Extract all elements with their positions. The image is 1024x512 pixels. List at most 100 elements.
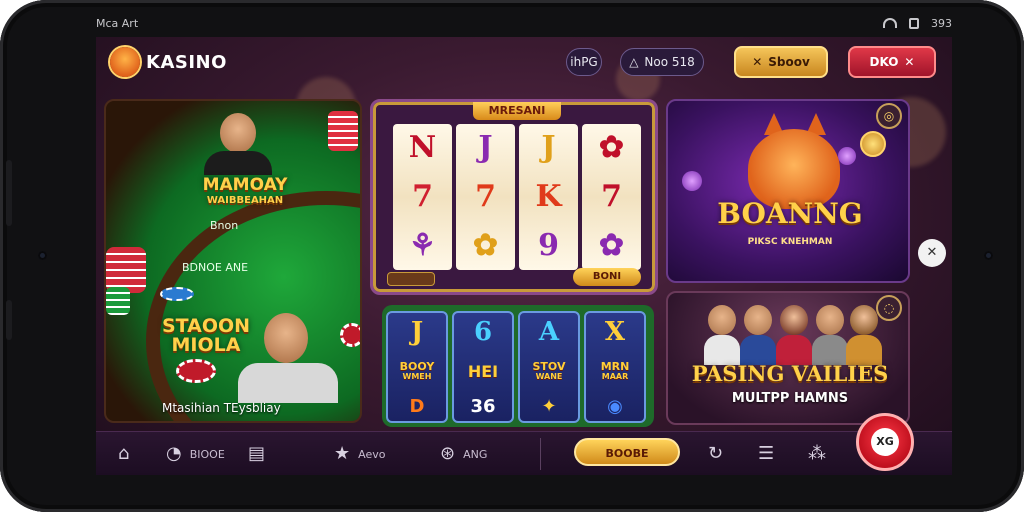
battery-icon — [909, 17, 919, 29]
slot-reel: ✿ 7 ✿ — [582, 124, 641, 270]
front-camera — [38, 251, 47, 260]
tile-label-line: WANE — [535, 372, 563, 382]
shop-button-label: Sboov — [768, 55, 810, 69]
reel-symbol: K — [535, 178, 562, 214]
slot-reel: J 7 ✿ — [456, 124, 515, 270]
next-arrow-icon[interactable]: ✕ — [918, 239, 946, 267]
poker-game-card[interactable]: MAMOAY WAIBBEAHAN Bnon BDNOE ANE STAOON … — [104, 99, 362, 423]
bottom-navigation: ⌂ ◔ BIOOE ▤ ★ Aevo ⊛ ANG BOOBE ↻ ☰ ⁂ — [96, 431, 952, 475]
player-portrait — [776, 305, 812, 365]
reel-symbol: J — [478, 130, 493, 166]
tile-label: MRN MAAR — [601, 360, 630, 382]
reel-symbol: ✿ — [598, 227, 625, 263]
status-left-text: Mca Art — [96, 16, 139, 30]
balance-pill[interactable]: ihPG — [566, 48, 602, 76]
volume-button — [6, 160, 12, 226]
fab-label: XG — [871, 428, 899, 456]
purple-orb — [838, 147, 856, 165]
fox-mascot-icon — [110, 47, 140, 77]
reel-symbol: ✿ — [598, 130, 625, 166]
fox-subtitle: PIKSC KNEHMAN — [747, 237, 833, 247]
nav-document[interactable]: ▤ — [248, 440, 265, 468]
table-text-2: BDNOE ANE — [182, 261, 249, 274]
bet-bar[interactable] — [387, 272, 435, 286]
chip-stack — [340, 323, 360, 347]
status-bar: Mca Art 393 — [96, 12, 952, 34]
status-clock: 393 — [931, 16, 952, 30]
tile-symbol-bottom: 36 — [470, 396, 496, 417]
deposit-button[interactable]: DKO ✕ — [848, 46, 936, 78]
nav-chat[interactable]: ◔ BIOOE — [166, 440, 225, 468]
chip-stack — [328, 111, 358, 151]
player-portrait — [740, 305, 776, 365]
nav-refresh[interactable]: ↻ — [708, 440, 723, 468]
reel-symbol: ⚘ — [409, 227, 436, 263]
nav-favorites[interactable]: ★ Aevo — [334, 440, 385, 468]
power-button — [6, 300, 12, 340]
table-text-1: Bnon — [210, 219, 239, 232]
purple-orb — [682, 171, 702, 191]
app-logo[interactable]: KASINO — [110, 47, 227, 77]
spin-button[interactable]: BONI — [573, 268, 641, 286]
tile-symbol: 6 — [473, 317, 493, 347]
coins-text: Noo 518 — [644, 55, 695, 69]
coins-pill[interactable]: △ Noo 518 — [620, 48, 704, 76]
tile-symbol-bottom: ✦ — [541, 395, 557, 417]
chips-icon: ☰ — [758, 443, 775, 464]
player-avatar — [264, 313, 308, 363]
slot-machine-card[interactable]: MRESANI N 7 ⚘ J 7 ✿ J K 9 ✿ 7 ✿ BONI — [370, 99, 658, 295]
tile-label: HEI — [468, 363, 498, 381]
slot-reels: N 7 ⚘ J 7 ✿ J K 9 ✿ 7 ✿ — [393, 124, 641, 270]
tile-label: BOOY WMEH — [400, 360, 435, 382]
nav-stack[interactable]: ☰ — [758, 440, 774, 468]
promo-line-2: MIOLA — [171, 334, 241, 356]
slot-title: MRESANI — [473, 102, 561, 120]
dealer-avatar — [220, 113, 256, 153]
info-icon[interactable]: ◎ — [876, 103, 902, 129]
fox-title: BOANNG — [717, 197, 863, 230]
tile-symbol-bottom: D — [409, 395, 425, 417]
tile-label-line: WMEH — [402, 372, 432, 382]
close-icon: ✕ — [904, 55, 915, 69]
nav-grid[interactable]: ⁂ — [808, 440, 826, 468]
game-tile[interactable]: A STOV WANE ✦ — [518, 311, 580, 423]
promo-title: STAOON MIOLA — [146, 317, 266, 355]
floating-action-button[interactable]: XG — [856, 413, 914, 471]
nav-explore[interactable]: ⊛ ANG — [440, 440, 487, 468]
home-icon: ⌂ — [118, 443, 130, 464]
refresh-icon: ↻ — [708, 443, 724, 464]
phone-frame: Mca Art 393 KASINO ihPG △ Noo 518 ✕ Sboo… — [0, 0, 1024, 512]
game-tile[interactable]: 6 HEI 36 — [452, 311, 514, 423]
top-header: KASINO ihPG △ Noo 518 ✕ Sboov DKO ✕ — [96, 37, 952, 87]
tile-symbol: J — [410, 317, 424, 347]
coin-orb — [860, 131, 886, 157]
nav-home[interactable]: ⌂ — [118, 440, 129, 468]
tile-label-line: HEI — [467, 361, 499, 381]
multiplayer-game-card[interactable]: PASING VAILIES MULTPP HAMNS ◌ — [666, 291, 910, 425]
nav-explore-label: ANG — [463, 447, 488, 461]
reel-symbol: ✿ — [472, 227, 499, 263]
nav-chat-label: BIOOE — [189, 447, 225, 461]
poker-title: MAMOAY WAIBBEAHAN — [160, 175, 330, 206]
chip-stack — [106, 287, 130, 315]
star-icon: ★ — [334, 443, 351, 464]
fox-game-card[interactable]: BOANNG PIKSC KNEHMAN ◎ — [666, 99, 910, 283]
shop-button[interactable]: ✕ Sboov — [734, 46, 828, 78]
player-portrait — [704, 305, 740, 365]
app-title: KASINO — [146, 51, 227, 73]
wifi-icon — [883, 18, 897, 28]
reel-symbol: 7 — [412, 178, 433, 214]
game-tile[interactable]: X MRN MAAR ◉ — [584, 311, 646, 423]
game-tile[interactable]: J BOOY WMEH D — [386, 311, 448, 423]
coin-icon: △ — [629, 55, 639, 69]
balance-text: ihPG — [570, 55, 598, 69]
reel-symbol: 7 — [475, 178, 496, 214]
tile-label: STOV WANE — [533, 360, 566, 382]
deposit-button-label: DKO — [869, 55, 899, 69]
sensor-dot — [984, 251, 993, 260]
tile-symbol-bottom: ◉ — [607, 395, 623, 417]
settings-icon[interactable]: ◌ — [876, 295, 902, 321]
multiplayer-title: PASING VAILIES — [691, 361, 889, 386]
bonus-button[interactable]: BOOBE — [574, 438, 680, 466]
player-shirt — [238, 363, 338, 403]
